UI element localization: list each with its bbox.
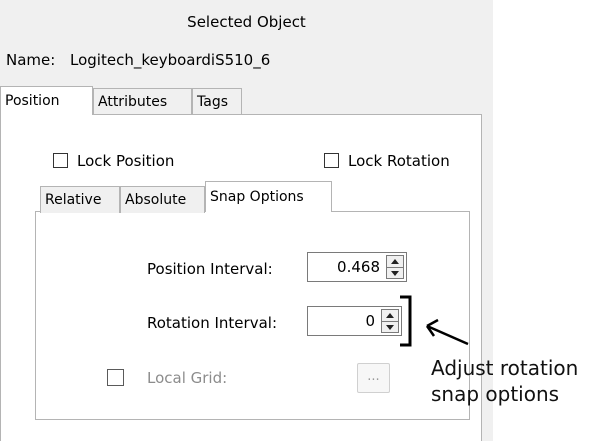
arrow-up-icon xyxy=(386,313,394,318)
arrow-down-icon xyxy=(386,324,394,330)
object-name-value: Logitech_keyboardiS510_6 xyxy=(70,51,271,69)
rotation-interval-spinner[interactable]: 0 xyxy=(307,306,402,336)
rotation-interval-value[interactable]: 0 xyxy=(365,307,375,335)
position-interval-up-button[interactable] xyxy=(386,255,404,268)
tab-snap-options[interactable]: Snap Options xyxy=(205,181,332,212)
lock-position-checkbox[interactable] xyxy=(53,153,68,168)
annotation-text: Adjust rotation snap options xyxy=(431,355,578,407)
lock-rotation-label: Lock Rotation xyxy=(348,152,450,170)
annotation-line-2: snap options xyxy=(431,382,560,406)
selected-object-panel: Selected Object Name: Logitech_keyboardi… xyxy=(0,0,493,441)
name-label: Name: xyxy=(6,51,56,69)
tab-attributes[interactable]: Attributes xyxy=(93,88,192,115)
arrow-up-icon xyxy=(391,259,399,264)
annotation-line-1: Adjust rotation xyxy=(431,356,579,380)
local-grid-label: Local Grid: xyxy=(147,369,228,387)
position-interval-down-button[interactable] xyxy=(386,267,404,279)
tab-absolute[interactable]: Absolute xyxy=(120,186,205,213)
arrow-down-icon xyxy=(391,270,399,276)
panel-title: Selected Object xyxy=(187,13,306,31)
lock-position-label: Lock Position xyxy=(77,152,175,170)
tab-tags[interactable]: Tags xyxy=(192,88,242,115)
local-grid-checkbox[interactable] xyxy=(107,369,124,386)
lock-rotation-checkbox[interactable] xyxy=(324,153,339,168)
tab-position[interactable]: Position xyxy=(0,86,93,115)
inner-tab-divider xyxy=(332,211,470,212)
rotation-interval-label: Rotation Interval: xyxy=(147,314,277,332)
rotation-interval-down-button[interactable] xyxy=(381,321,399,333)
rotation-interval-up-button[interactable] xyxy=(381,309,399,322)
position-interval-spinner[interactable]: 0.468 xyxy=(307,252,407,282)
tab-relative[interactable]: Relative xyxy=(40,186,120,213)
position-interval-value[interactable]: 0.468 xyxy=(337,253,380,281)
screenshot: Selected Object Name: Logitech_keyboardi… xyxy=(0,0,590,441)
position-interval-label: Position Interval: xyxy=(147,260,273,278)
local-grid-browse-button[interactable]: ... xyxy=(357,363,390,393)
